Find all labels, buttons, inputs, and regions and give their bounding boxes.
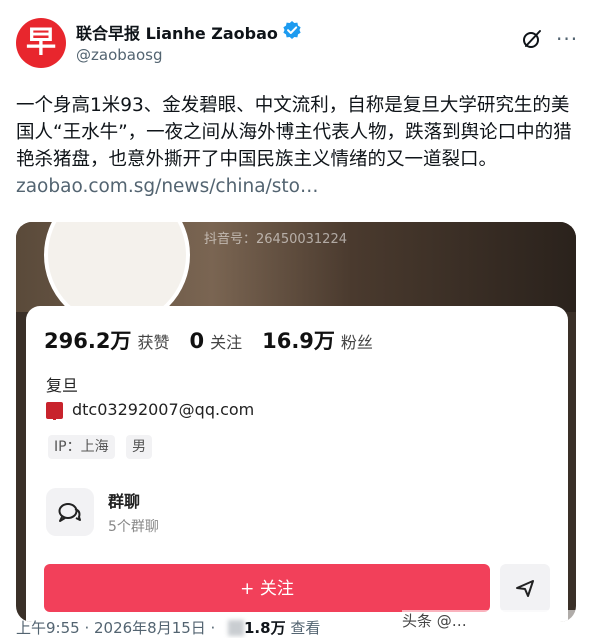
avatar-logo: 早 bbox=[26, 25, 56, 60]
follow-button[interactable]: + 关注 bbox=[44, 564, 490, 612]
tweet-body: 一个身高1米93、金发碧眼、中文流利，自称是复旦大学研究生的美国人“王水牛”，一… bbox=[16, 95, 572, 170]
profile-email: dtc03292007@qq.com bbox=[72, 400, 255, 419]
followers-label: 粉丝 bbox=[340, 333, 373, 352]
views-number: 1.8万 bbox=[244, 619, 286, 637]
tweet-text: 一个身高1米93、金发碧眼、中文流利，自称是复旦大学研究生的美国人“王水牛”，一… bbox=[16, 92, 576, 200]
group-chat-title: 群聊 bbox=[108, 492, 141, 511]
bookmark-icon bbox=[46, 402, 63, 420]
profile-school: 复旦 bbox=[46, 376, 79, 395]
media-card[interactable]: 抖音号：26450031224 296.2万 获赞 0 关注 16.9万 粉丝 … bbox=[16, 222, 576, 622]
ip-tag: IP：上海 bbox=[48, 435, 115, 459]
view-count: 1.8万 查看 bbox=[244, 617, 320, 638]
following-count: 0 bbox=[189, 329, 205, 353]
chat-bubble-icon bbox=[58, 503, 81, 522]
group-chat-count: 5个群聊 bbox=[108, 519, 159, 535]
more-options-icon[interactable]: ··· bbox=[556, 29, 578, 49]
likes-label: 获赞 bbox=[137, 333, 170, 352]
grok-icon[interactable] bbox=[521, 28, 543, 50]
send-glyph-icon bbox=[516, 580, 534, 597]
account-handle[interactable]: @zaobaosg bbox=[76, 46, 162, 64]
watermark: 头条 @… bbox=[402, 610, 580, 638]
blur-artifact bbox=[228, 620, 244, 636]
profile-stats: 296.2万 获赞 0 关注 16.9万 粉丝 bbox=[44, 325, 393, 355]
display-name[interactable]: 联合早报 Lianhe Zaobao bbox=[76, 20, 278, 44]
likes-count: 296.2万 bbox=[44, 329, 132, 353]
followers-count: 16.9万 bbox=[262, 329, 335, 353]
send-icon[interactable] bbox=[500, 564, 550, 612]
tweet-link[interactable]: zaobao.com.sg/news/china/sto… bbox=[16, 176, 318, 197]
account-avatar[interactable]: 早 bbox=[16, 18, 66, 68]
post-timestamp[interactable]: 上午9:55 · 2026年8月15日 · bbox=[16, 617, 215, 638]
verified-badge-icon bbox=[283, 21, 301, 39]
views-label: 查看 bbox=[290, 619, 321, 637]
gender-tag: 男 bbox=[126, 435, 152, 459]
douyin-id: 抖音号：26450031224 bbox=[204, 232, 347, 247]
group-chat-icon bbox=[46, 488, 94, 536]
following-label: 关注 bbox=[210, 333, 243, 352]
